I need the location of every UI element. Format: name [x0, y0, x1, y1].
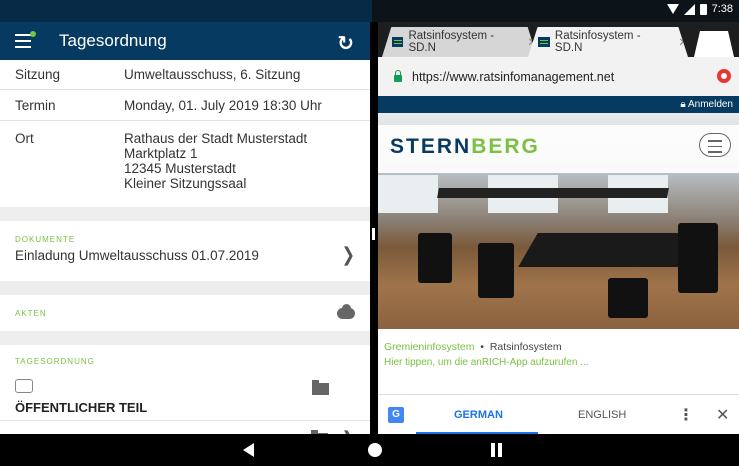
back-icon[interactable] [243, 443, 254, 457]
address-line: 12345 Musterstadt [124, 161, 236, 176]
comment-icon[interactable] [15, 379, 33, 393]
agenda-item-row[interactable]: 1 ❯ [0, 421, 370, 434]
browser-tab[interactable]: Ratsinfosystem - SD.N ✕ [382, 27, 537, 57]
battery-icon [699, 3, 707, 15]
notification-dot [30, 31, 36, 37]
section-label-tagesordnung: TAGESORDNUNG [15, 357, 95, 366]
status-icons: 7:38 [666, 3, 733, 15]
detail-value: Monday, 01. July 2019 18:30 Uhr [124, 97, 322, 113]
tab-title: Ratsinfosystem - SD.N [554, 30, 641, 54]
address-bar[interactable]: https://www.ratsinfomanagement.net [378, 57, 739, 96]
section-divider [0, 207, 370, 221]
address-line: Marktplatz 1 [124, 146, 198, 161]
breadcrumb-separator: • [480, 341, 484, 353]
split-screen-icon[interactable] [491, 443, 503, 457]
tab-title: Ratsinfosystem - SD.N [408, 30, 495, 54]
folder-icon[interactable] [312, 380, 329, 395]
home-icon[interactable] [368, 443, 382, 457]
signal-icon [683, 3, 695, 15]
url-text[interactable]: https://www.ratsinfomanagement.net [412, 70, 614, 84]
browser-pane: Ratsinfosystem - SD.N ✕ Ratsinfosystem -… [378, 22, 739, 434]
status-bar-left-app-color [0, 0, 372, 22]
system-nav-bar [0, 434, 739, 466]
detail-label: Sitzung [15, 67, 61, 82]
chevron-right-icon: ❯ [342, 427, 355, 434]
close-tab-icon[interactable]: ✕ [678, 35, 688, 49]
document-title: Einladung Umweltausschuss 01.07.2019 [15, 247, 259, 263]
split-screen-divider[interactable] [370, 22, 378, 434]
tab-strip: Ratsinfosystem - SD.N ✕ Ratsinfosystem -… [378, 22, 739, 57]
agenda-public-part-heading: ÖFFENTLICHER TEIL [0, 397, 370, 421]
agenda-section: TAGESORDNUNG [0, 345, 370, 379]
files-section: AKTEN [0, 295, 370, 331]
refresh-icon[interactable]: ↻ [337, 31, 354, 56]
language-option-english[interactable]: ENGLISH [578, 409, 626, 421]
lock-icon: 🔒︎ [680, 99, 686, 110]
agenda-item-icons [0, 379, 370, 397]
detail-label: Termin [15, 97, 56, 113]
translate-bar: G GERMAN ENGLISH ⋮ ✕ [378, 394, 739, 434]
section-label-akten: AKTEN [15, 308, 47, 318]
address-line: Rathaus der Stadt Musterstadt [124, 131, 308, 146]
address-line: Kleiner Sitzungssaal [124, 176, 247, 191]
new-tab-button[interactable] [694, 31, 734, 57]
login-link[interactable]: Anmelden [688, 99, 733, 110]
breadcrumb: Gremieninfosystem • Ratsinfosystem [378, 329, 739, 353]
hero-image: STERNBERG [378, 113, 739, 329]
app-open-hint-link[interactable]: Hier tippen, um die anRICH-App aufzurufe… [378, 353, 739, 372]
site-top-bar: 🔒︎ Anmelden [378, 96, 739, 113]
language-option-german[interactable]: GERMAN [454, 409, 503, 421]
more-options-icon[interactable]: ⋮ [678, 405, 694, 425]
divider-handle[interactable] [372, 228, 375, 240]
stop-loading-icon[interactable] [717, 69, 731, 83]
section-divider [0, 331, 370, 345]
detail-label: Ort [15, 131, 34, 146]
breadcrumb-current: Ratsinfosystem [489, 341, 562, 353]
wifi-icon [666, 4, 679, 14]
clock: 7:38 [711, 3, 733, 15]
agenda-app-pane: Tagesordnung ↻ Sitzung Umweltausschuss, … [0, 22, 370, 434]
chevron-right-icon: ❯ [341, 245, 355, 266]
site-menu-icon[interactable] [699, 133, 731, 157]
detail-value: Umweltausschuss, 6. Sitzung [124, 67, 301, 82]
translate-icon: G [388, 406, 404, 423]
status-bar: 7:38 [0, 0, 739, 22]
section-label-dokumente: DOKUMENTE [15, 235, 76, 244]
section-divider [0, 281, 370, 295]
close-icon[interactable]: ✕ [716, 405, 729, 425]
lock-icon [394, 69, 402, 82]
menu-icon[interactable] [15, 31, 36, 48]
app-bar: Tagesordnung ↻ [0, 22, 370, 60]
breadcrumb-link[interactable]: Gremieninfosystem [384, 341, 474, 353]
detail-value-address: Rathaus der Stadt Musterstadt Marktplatz… [124, 131, 307, 207]
app-title: Tagesordnung [59, 31, 167, 50]
site-favicon-icon [538, 37, 550, 47]
detail-row-termin: Termin Monday, 01. July 2019 18:30 Uhr [0, 90, 370, 121]
cloud-upload-icon[interactable] [337, 303, 355, 319]
detail-row-ort: Ort Rathaus der Stadt Musterstadt Marktp… [0, 121, 370, 207]
site-favicon-icon [392, 37, 404, 47]
detail-row-sitzung: Sitzung Umweltausschuss, 6. Sitzung [0, 60, 370, 90]
browser-tab-active[interactable]: Ratsinfosystem - SD.N ✕ [528, 27, 688, 57]
site-logo[interactable]: STERNBERG [390, 135, 540, 159]
